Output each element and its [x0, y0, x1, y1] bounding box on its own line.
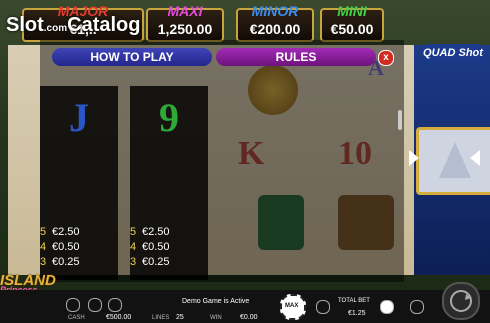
pay-count: 3 — [40, 256, 47, 268]
paytable-card-9: 9 5 €2.50 4 €0.50 3 €0.25 — [130, 86, 208, 280]
sound-icon[interactable] — [88, 298, 102, 312]
jackpot-mini: MINI €50.00 — [320, 3, 384, 42]
pay-count: 3 — [130, 256, 137, 268]
pay-count: 5 — [40, 226, 47, 238]
pay-value: €0.25 — [142, 256, 170, 268]
close-button[interactable]: x — [378, 50, 394, 66]
arrow-right-icon — [409, 150, 419, 166]
pay-value: €0.50 — [142, 241, 170, 253]
cash-label: CASH — [68, 315, 85, 321]
cash-value: €500.00 — [106, 314, 132, 321]
bottom-bar: CASH €500.00 LINES 25 WIN €0.00 Demo Gam… — [0, 290, 490, 323]
jackpot-maxi-value: 1,250.00 — [157, 21, 213, 37]
decrease-bet-icon[interactable] — [316, 300, 330, 314]
jackpot-minor: MINOR €200.00 — [236, 3, 314, 42]
settings-icon[interactable] — [66, 298, 80, 312]
watermark-text: Slot — [6, 14, 44, 36]
pay-row: 4 €0.50 — [40, 241, 80, 253]
jackpot-minor-value: €200.00 — [249, 21, 301, 37]
jackpot-maxi-label: MAXI — [167, 3, 203, 19]
arrow-left-icon — [470, 150, 480, 166]
watermark: Slot.comCatalog — [6, 14, 140, 37]
pay-row: 4 €0.50 — [130, 241, 170, 253]
increase-bet-icon[interactable] — [380, 300, 394, 314]
pay-row: 5 €2.50 — [40, 226, 80, 238]
pay-row: 3 €0.25 — [40, 256, 80, 268]
watermark-text2: Catalog — [67, 14, 141, 36]
jackpot-maxi: MAXI 1,250.00 — [146, 3, 224, 42]
paytable-symbol: J — [69, 95, 89, 140]
panel-scrollbar[interactable] — [398, 110, 402, 130]
win-label: WIN — [210, 315, 222, 321]
pay-value: €2.50 — [142, 226, 170, 238]
autoplay-icon[interactable] — [410, 300, 424, 314]
pay-row: 5 €2.50 — [130, 226, 170, 238]
spin-icon — [450, 290, 472, 312]
total-bet-value: €1.25 — [348, 310, 366, 317]
jackpot-minor-label: MINOR — [251, 3, 299, 19]
tab-rules[interactable]: RULES — [216, 48, 376, 66]
pay-count: 5 — [130, 226, 137, 238]
pay-value: €2.50 — [52, 226, 80, 238]
info-icon[interactable] — [108, 298, 122, 312]
pay-value: €0.50 — [52, 241, 80, 253]
quad-shot-logo: QUAD Shot — [420, 44, 486, 62]
pay-row: 3 €0.25 — [130, 256, 170, 268]
lines-value: 25 — [176, 314, 184, 321]
spin-button[interactable] — [442, 282, 480, 320]
demo-status: Demo Game is Active — [182, 298, 250, 305]
max-bet-label: MAX — [285, 303, 299, 309]
total-bet-label: TOTAL BET — [338, 298, 370, 304]
lines-label: LINES — [152, 315, 170, 321]
watermark-dot: .com — [43, 23, 68, 34]
paytable-symbol: 9 — [159, 95, 179, 140]
max-bet-chip[interactable]: MAX — [280, 294, 306, 320]
pay-count: 4 — [40, 241, 47, 253]
pay-count: 4 — [130, 241, 137, 253]
pay-value: €0.25 — [52, 256, 80, 268]
jackpot-mini-value: €50.00 — [330, 21, 374, 37]
tab-how-to-play[interactable]: HOW TO PLAY — [52, 48, 212, 66]
win-value: €0.00 — [240, 314, 258, 321]
paytable-card-j: J 5 €2.50 4 €0.50 3 €0.25 — [40, 86, 118, 280]
jackpot-mini-label: MINI — [337, 3, 367, 19]
paytable-panel: HOW TO PLAY RULES x J 5 €2.50 4 €0.50 3 €0.… — [40, 40, 404, 282]
